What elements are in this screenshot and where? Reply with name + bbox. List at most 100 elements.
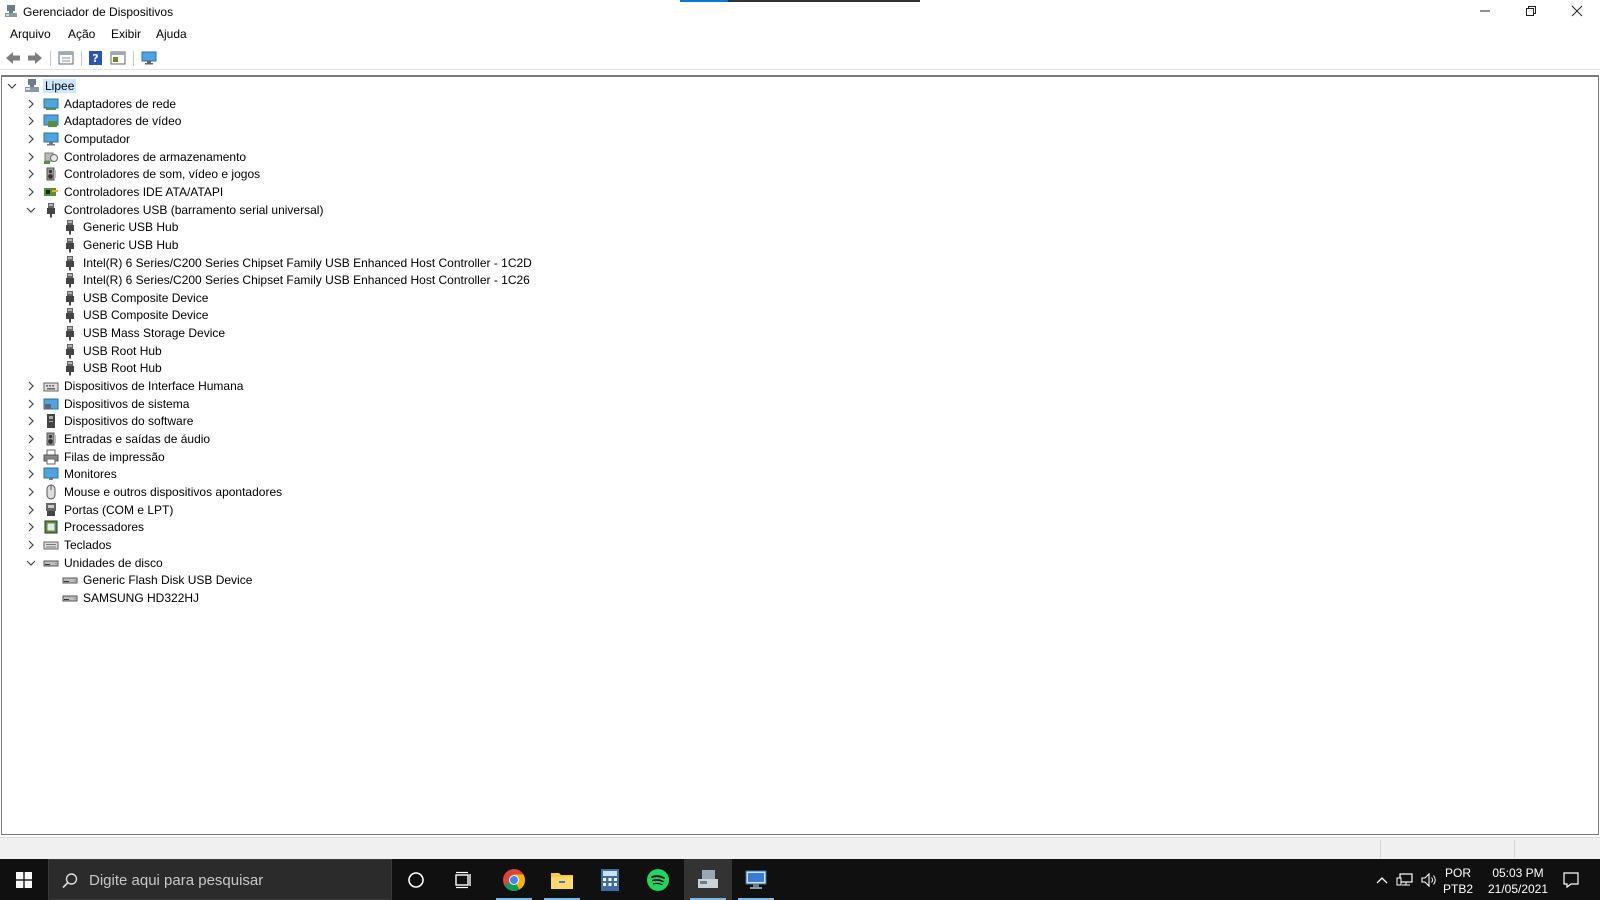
tree-category-teclados[interactable]: Teclados [2, 536, 902, 554]
action-center-button[interactable] [1552, 859, 1590, 900]
restore-icon [1526, 6, 1536, 16]
chevron-right-icon[interactable] [25, 167, 37, 181]
start-button[interactable] [0, 859, 48, 900]
tree-category-unidades-de-disco[interactable]: Unidades de disco [2, 554, 902, 572]
help-icon[interactable]: ? [87, 50, 105, 66]
menu-arquivo[interactable]: Arquivo [10, 27, 51, 41]
tree-category-dispositivos-do-software[interactable]: Dispositivos do software [2, 412, 902, 430]
restore-button[interactable] [1508, 0, 1554, 22]
tree-category-controladores-de-som-video-e-jogos[interactable]: Controladores de som, vídeo e jogos [2, 165, 902, 183]
chevron-right-icon[interactable] [25, 538, 37, 552]
chevron-right-icon[interactable] [25, 185, 37, 199]
tree-category-controladores-de-armazenamento[interactable]: Controladores de armazenamento [2, 148, 902, 166]
tree-root[interactable]: Lipee [2, 77, 902, 95]
usb-plug-icon [47, 203, 55, 218]
taskbar-search-box[interactable]: Digite aqui para pesquisar [48, 859, 392, 900]
tree-root-label: Lipee [43, 79, 77, 93]
tree-category-portas-com-e-lpt[interactable]: Portas (COM e LPT) [2, 501, 902, 519]
tree-category-adaptadores-de-rede[interactable]: Adaptadores de rede [2, 95, 902, 113]
chevron-right-icon[interactable] [25, 379, 37, 393]
device-manager-taskbar-button[interactable] [684, 859, 732, 900]
menu-acao[interactable]: Ação [68, 27, 95, 41]
tree-device-usb-composite-device[interactable]: USB Composite Device [2, 289, 902, 307]
tree-device-usb-mass-storage-device[interactable]: USB Mass Storage Device [2, 324, 902, 342]
tree-device-generic-usb-hub[interactable]: Generic USB Hub [2, 236, 902, 254]
scan-hardware-icon[interactable] [140, 50, 158, 66]
input-language-indicator[interactable]: POR PTB2 [1440, 865, 1476, 897]
task-view-icon [455, 871, 471, 888]
chevron-right-icon[interactable] [25, 150, 37, 164]
tree-category-computador[interactable]: Computador [2, 130, 902, 148]
chevron-right-icon[interactable] [25, 432, 37, 446]
tree-item-label: Adaptadores de vídeo [64, 114, 182, 128]
file-explorer-taskbar-button[interactable] [538, 859, 586, 900]
chrome-taskbar-button[interactable] [490, 859, 538, 900]
status-separator [1380, 840, 1381, 858]
usb-plug-icon [66, 256, 74, 271]
spotify-taskbar-button[interactable] [634, 859, 682, 900]
task-view-button[interactable] [440, 859, 488, 900]
chevron-down-icon[interactable] [6, 79, 18, 93]
tree-item-label: Filas de impressão [64, 450, 165, 464]
chevron-down-icon[interactable] [25, 203, 37, 217]
chevron-right-icon[interactable] [25, 414, 37, 428]
usb-plug-icon [66, 291, 74, 306]
tree-device-usb-root-hub[interactable]: USB Root Hub [2, 359, 902, 377]
tree-category-filas-de-impressao[interactable]: Filas de impressão [2, 448, 902, 466]
device-manager-icon [698, 869, 718, 888]
chevron-right-icon[interactable] [25, 114, 37, 128]
properties-icon[interactable] [57, 50, 75, 66]
system-device-icon [43, 398, 59, 410]
tree-device-generic-usb-hub[interactable]: Generic USB Hub [2, 218, 902, 236]
tree-device-generic-flash-disk-usb-device[interactable]: Generic Flash Disk USB Device [2, 571, 902, 589]
tree-category-adaptadores-de-video[interactable]: Adaptadores de vídeo [2, 112, 902, 130]
tree-category-dispositivos-de-sistema[interactable]: Dispositivos de sistema [2, 395, 902, 413]
tree-device-usb-composite-device[interactable]: USB Composite Device [2, 306, 902, 324]
close-button[interactable] [1554, 0, 1600, 22]
tree-item-label: Dispositivos de Interface Humana [64, 379, 244, 393]
menu-ajuda[interactable]: Ajuda [156, 27, 187, 41]
device-tree[interactable]: Lipee Adaptadores de rede Adaptadores de … [1, 75, 1599, 835]
close-icon [1571, 5, 1583, 17]
volume-tray-button[interactable] [1418, 859, 1440, 900]
show-hidden-icons-button[interactable] [1372, 859, 1392, 900]
clock[interactable]: 05:03 PM 21/05/2021 [1476, 865, 1560, 897]
chevron-right-icon[interactable] [25, 467, 37, 481]
calculator-icon [601, 868, 619, 891]
tree-category-controladores-ide-ata-atapi[interactable]: Controladores IDE ATA/ATAPI [2, 183, 902, 201]
remote-desktop-taskbar-button[interactable] [732, 859, 780, 900]
menu-exibir[interactable]: Exibir [111, 27, 141, 41]
speaker-icon [46, 167, 56, 181]
tree-category-mouse-e-outros-dispositivos-apontadores[interactable]: Mouse e outros dispositivos apontadores [2, 483, 902, 501]
tree-category-controladores-usb-barramento-serial-universal[interactable]: Controladores USB (barramento serial uni… [2, 201, 902, 219]
tree-device-samsung-hd322hj[interactable]: SAMSUNG HD322HJ [2, 589, 902, 607]
tree-item-label: Generic USB Hub [83, 238, 179, 252]
tree-category-processadores[interactable]: Processadores [2, 518, 902, 536]
chevron-right-icon[interactable] [25, 132, 37, 146]
tree-category-monitores[interactable]: Monitores [2, 465, 902, 483]
monitor-icon [43, 467, 59, 480]
tree-item-label: Intel(R) 6 Series/C200 Series Chipset Fa… [83, 273, 530, 287]
tree-device-intel-r-6-series-c200-series-chipset-family-usb-enhanced-host-controller-1c2d[interactable]: Intel(R) 6 Series/C200 Series Chipset Fa… [2, 254, 902, 272]
chevron-down-icon[interactable] [25, 556, 37, 570]
chevron-right-icon[interactable] [25, 520, 37, 534]
network-tray-button[interactable] [1394, 859, 1416, 900]
chevron-right-icon[interactable] [25, 397, 37, 411]
chevron-right-icon[interactable] [25, 503, 37, 517]
status-bar [0, 837, 1600, 859]
chevron-right-icon[interactable] [25, 450, 37, 464]
tree-item-label: SAMSUNG HD322HJ [83, 591, 200, 605]
chevron-right-icon[interactable] [25, 485, 37, 499]
tree-category-entradas-e-saidas-de-audio[interactable]: Entradas e saídas de áudio [2, 430, 902, 448]
tree-device-intel-r-6-series-c200-series-chipset-family-usb-enhanced-host-controller-1c26[interactable]: Intel(R) 6 Series/C200 Series Chipset Fa… [2, 271, 902, 289]
chevron-right-icon[interactable] [25, 97, 37, 111]
keyboard-icon [43, 541, 59, 550]
tree-category-dispositivos-de-interface-humana[interactable]: Dispositivos de Interface Humana [2, 377, 902, 395]
calculator-taskbar-button[interactable] [586, 859, 634, 900]
forward-arrow-icon[interactable] [26, 50, 44, 66]
minimize-button[interactable] [1462, 0, 1508, 22]
view-panel-icon[interactable] [109, 50, 127, 66]
tree-device-usb-root-hub[interactable]: USB Root Hub [2, 342, 902, 360]
back-arrow-icon[interactable] [4, 50, 22, 66]
cortana-button[interactable] [392, 859, 440, 900]
